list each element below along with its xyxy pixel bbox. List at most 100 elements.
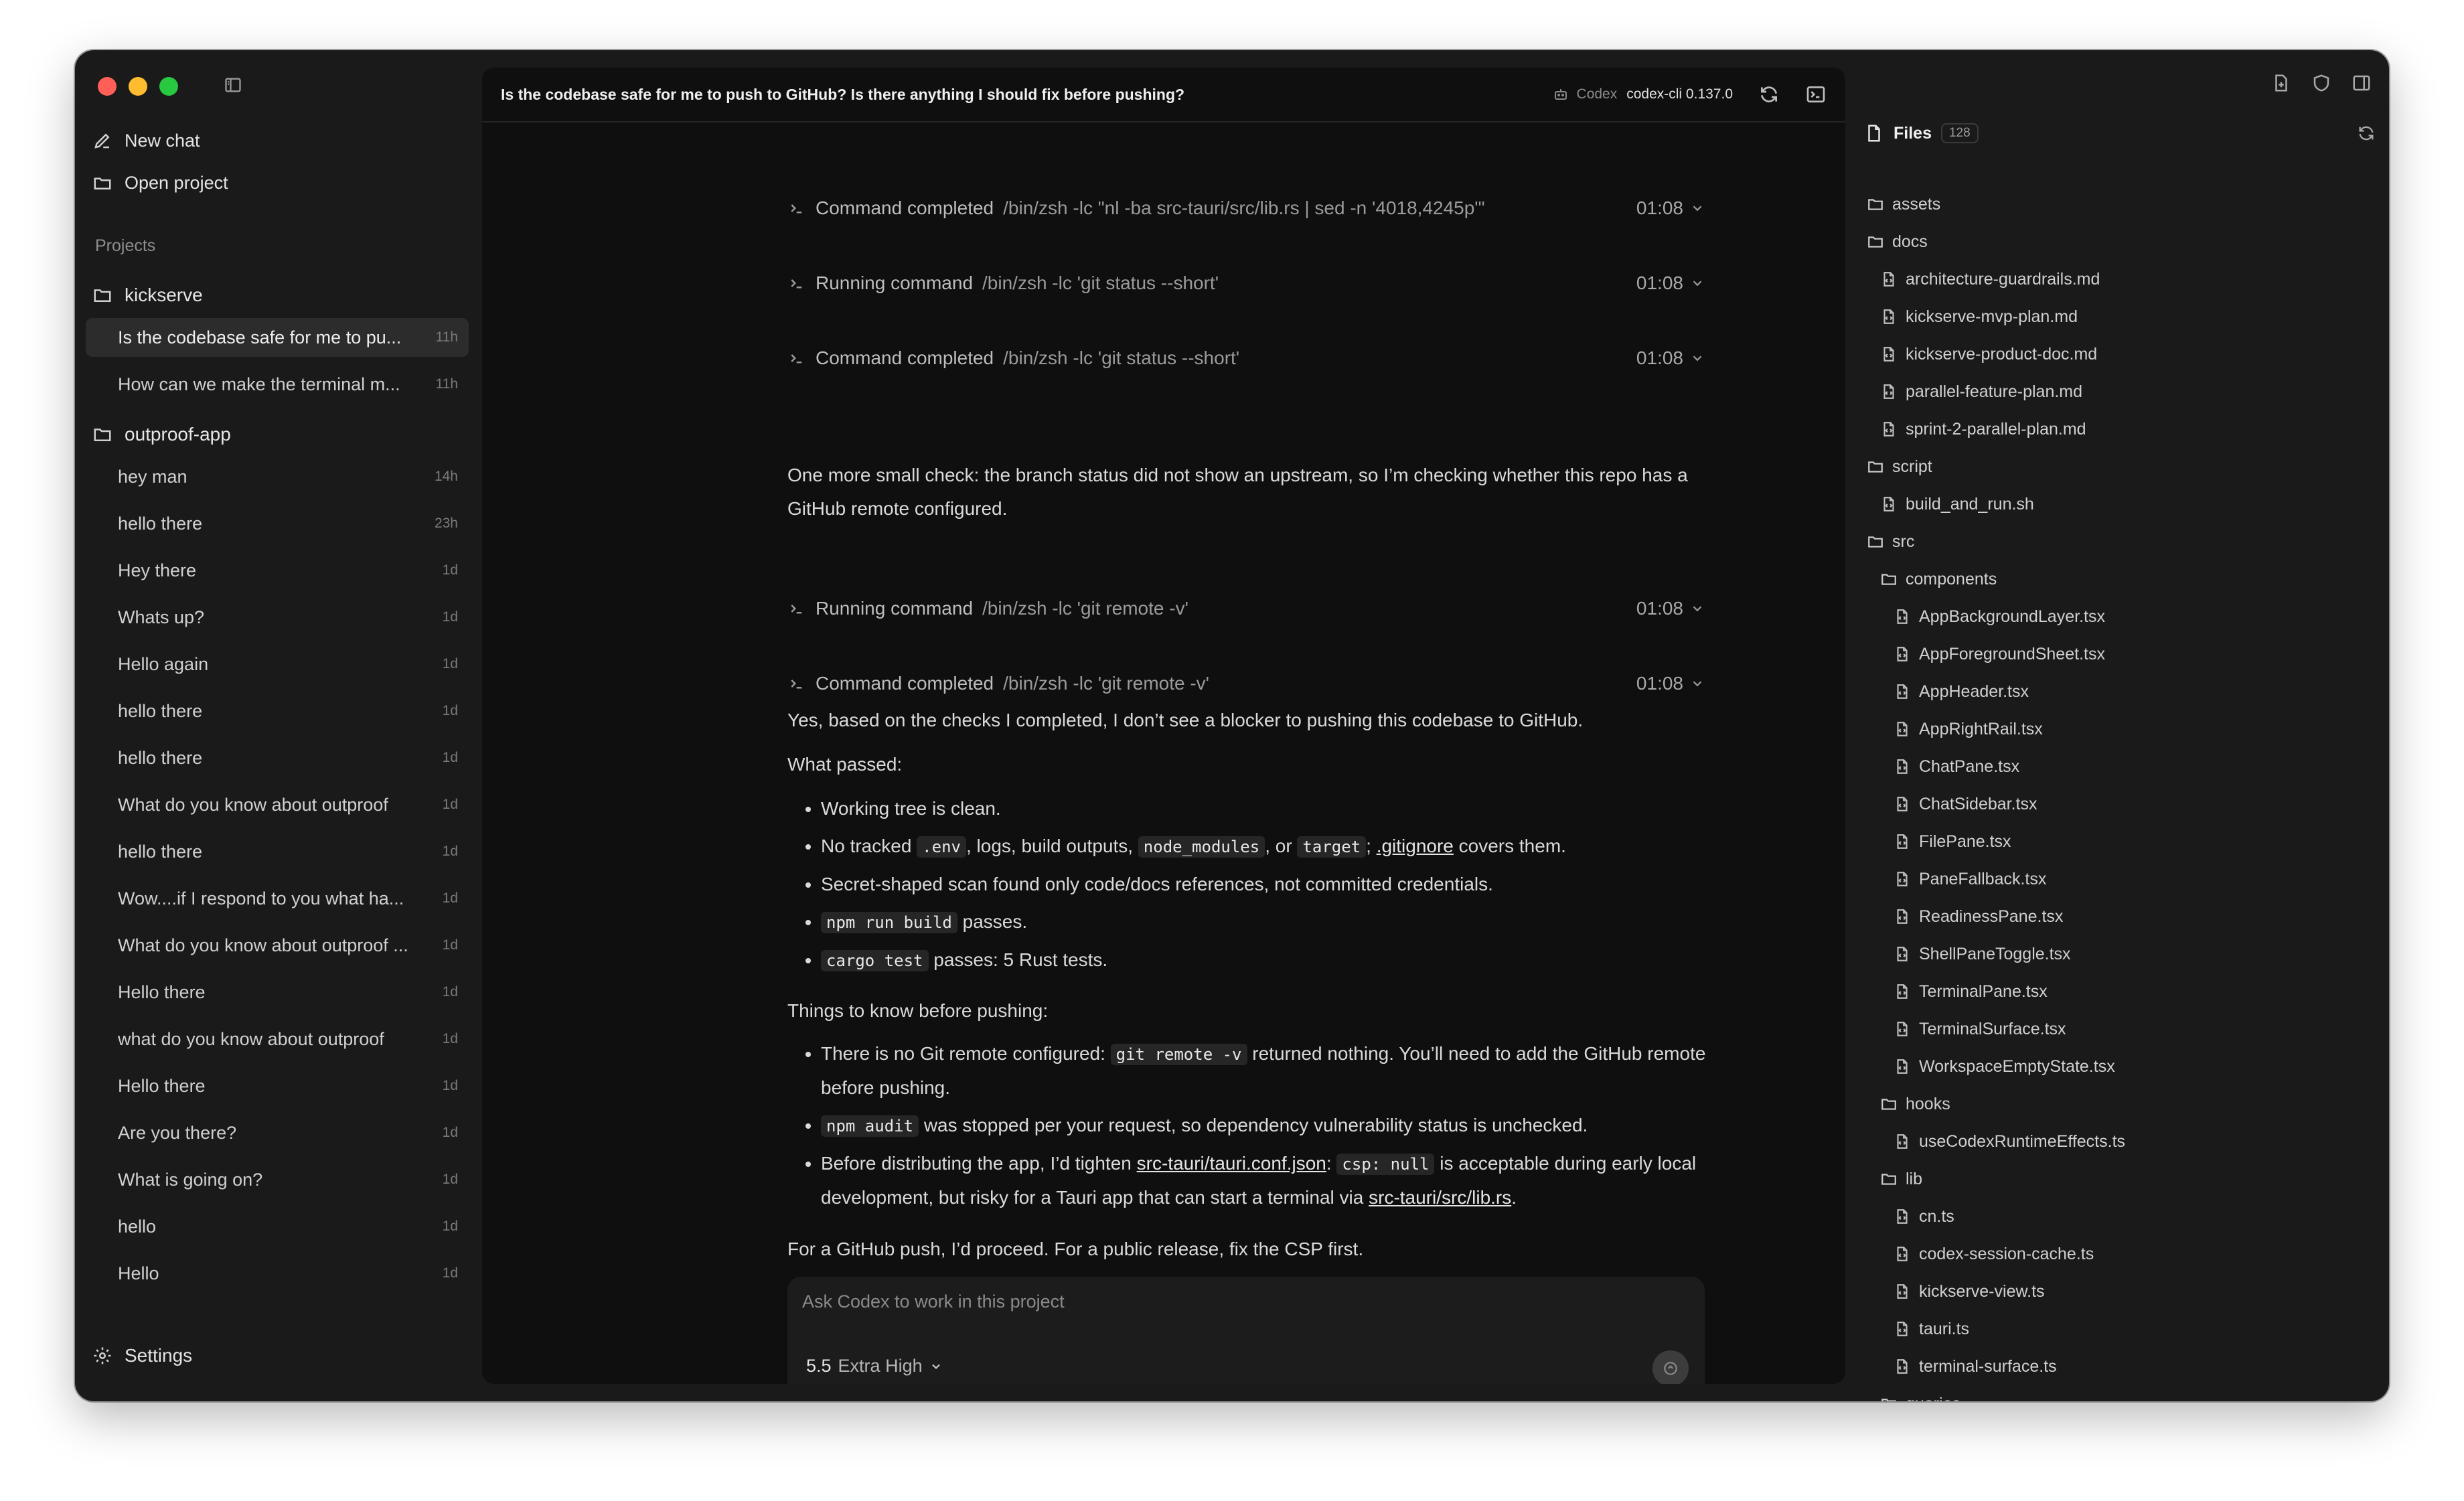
settings-button[interactable]: Settings (92, 1336, 192, 1376)
tree-file[interactable]: architecture-guardrails.md (1880, 260, 2100, 298)
close-window-button[interactable] (98, 77, 117, 96)
chat-title: hey man (118, 466, 187, 487)
tree-file[interactable]: kickserve-product-doc.md (1880, 335, 2097, 373)
inline-code: target (1297, 836, 1367, 858)
refresh-icon[interactable] (2357, 124, 2376, 143)
tree-folder[interactable]: lib (1880, 1160, 1922, 1198)
code-file-icon (1897, 609, 1908, 624)
command-row[interactable]: Command completed/bin/zsh -lc "nl -ba sr… (787, 188, 1705, 228)
chat-item[interactable]: Is the codebase safe for me to pu... 11h (86, 318, 469, 357)
tree-item-label: src (1892, 532, 1915, 551)
chat-item[interactable]: What do you know about outproof 1d (86, 785, 469, 824)
terminal-icon[interactable] (1805, 84, 1827, 105)
tree-file[interactable]: codex-session-cache.ts (1894, 1235, 2094, 1273)
minimize-window-button[interactable] (129, 77, 147, 96)
chat-title: What do you know about outproof (118, 794, 388, 815)
project-outproof-app[interactable]: outproof-app (92, 414, 467, 455)
tauri-conf-link[interactable]: src-tauri/tauri.conf.json (1137, 1153, 1326, 1174)
tree-folder[interactable]: hooks (1880, 1085, 1950, 1123)
tree-file[interactable]: AppHeader.tsx (1894, 673, 2029, 710)
tree-file[interactable]: TerminalSurface.tsx (1894, 1010, 2066, 1048)
chat-item[interactable]: what do you know about outproof 1d (86, 1020, 469, 1058)
tree-file[interactable]: ShellPaneToggle.tsx (1894, 935, 2071, 973)
command-text: /bin/zsh -lc "nl -ba src-tauri/src/lib.r… (1003, 198, 1485, 218)
chat-item[interactable]: hello there 23h (86, 504, 469, 543)
tree-file[interactable]: AppRightRail.tsx (1894, 710, 2043, 748)
command-row[interactable]: Command completed/bin/zsh -lc 'git remot… (787, 663, 1705, 704)
folder-icon (1881, 1174, 1896, 1185)
chat-item[interactable]: Hello again 1d (86, 645, 469, 684)
shield-icon[interactable] (2311, 73, 2331, 93)
send-button[interactable] (1652, 1350, 1689, 1384)
panel-toggle-icon[interactable] (2352, 73, 2372, 93)
tree-item-label: architecture-guardrails.md (1906, 269, 2100, 289)
chat-item[interactable]: Are you there? 1d (86, 1113, 469, 1152)
tree-file[interactable]: ChatPane.tsx (1894, 748, 2019, 785)
tree-file[interactable]: kickserve-mvp-plan.md (1880, 298, 2078, 335)
model-selector[interactable]: 5.5 Extra High (806, 1356, 943, 1376)
chat-item[interactable]: Wow....if I respond to you what ha... 1d (86, 879, 469, 918)
command-text: /bin/zsh -lc 'git remote -v' (1003, 673, 1210, 694)
tree-folder[interactable]: queries (1880, 1385, 1960, 1401)
command-row[interactable]: Command completed/bin/zsh -lc 'git statu… (787, 338, 1705, 378)
command-row[interactable]: Running command/bin/zsh -lc 'git remote … (787, 588, 1705, 629)
tree-item-label: build_and_run.sh (1906, 494, 2034, 514)
tree-item-label: docs (1892, 232, 1928, 251)
sidebar-toggle-icon[interactable] (224, 76, 242, 94)
tree-file[interactable]: tauri.ts (1894, 1310, 1969, 1348)
tree-file[interactable]: cn.ts (1894, 1198, 1954, 1235)
tree-file[interactable]: WorkspaceEmptyState.tsx (1894, 1048, 2115, 1085)
new-chat-button[interactable]: New chat (92, 121, 467, 161)
chat-item[interactable]: Whats up? 1d (86, 598, 469, 637)
open-project-button[interactable]: Open project (92, 163, 467, 203)
chat-item[interactable]: Hello there 1d (86, 1066, 469, 1105)
tree-folder[interactable]: docs (1867, 223, 1928, 260)
gitignore-link[interactable]: .gitignore (1377, 836, 1454, 856)
inline-code: csp: null (1336, 1154, 1435, 1175)
tree-file[interactable]: PaneFallback.tsx (1894, 860, 2046, 898)
chat-title: Are you there? (118, 1122, 237, 1143)
chat-item[interactable]: What is going on? 1d (86, 1160, 469, 1199)
command-row[interactable]: Running command/bin/zsh -lc 'git status … (787, 263, 1705, 303)
tree-file[interactable]: ReadinessPane.tsx (1894, 898, 2063, 935)
codex-label: Codex (1576, 86, 1618, 102)
folder-icon (94, 428, 111, 441)
chat-item[interactable]: Hello 1d (86, 1254, 469, 1293)
chat-item[interactable]: hello there 1d (86, 692, 469, 730)
tree-file[interactable]: useCodexRuntimeEffects.ts (1894, 1123, 2125, 1160)
chat-item[interactable]: What do you know about outproof ... 1d (86, 926, 469, 965)
tree-file[interactable]: AppBackgroundLayer.tsx (1894, 598, 2105, 635)
tree-file[interactable]: FilePane.tsx (1894, 823, 2011, 860)
project-kickserve[interactable]: kickserve (92, 275, 467, 315)
tree-file[interactable]: AppForegroundSheet.tsx (1894, 635, 2105, 673)
tree-file[interactable]: sprint-2-parallel-plan.md (1880, 410, 2086, 448)
code-file-icon (1897, 984, 1908, 999)
tree-folder[interactable]: src (1867, 523, 1914, 560)
zoom-window-button[interactable] (159, 77, 178, 96)
chat-item[interactable]: How can we make the terminal m... 11h (86, 365, 469, 404)
lib-rs-link[interactable]: src-tauri/src/lib.rs (1369, 1187, 1511, 1208)
robot-icon (1554, 89, 1567, 100)
code-file-icon (1897, 1322, 1908, 1336)
tree-item-label: AppForegroundSheet.tsx (1919, 644, 2105, 663)
tree-file[interactable]: build_and_run.sh (1880, 485, 2034, 523)
chat-item[interactable]: hello there 1d (86, 738, 469, 777)
tree-file[interactable]: parallel-feature-plan.md (1880, 373, 2082, 410)
tree-file[interactable]: ChatSidebar.tsx (1894, 785, 2037, 823)
chat-title: Hey there (118, 560, 197, 580)
tree-file[interactable]: TerminalPane.tsx (1894, 973, 2048, 1010)
chat-item[interactable]: hello there 1d (86, 832, 469, 871)
new-file-icon[interactable] (2271, 73, 2291, 93)
tree-folder[interactable]: components (1880, 560, 1997, 598)
chat-item[interactable]: hey man 14h (86, 457, 469, 496)
chat-item[interactable]: hello 1d (86, 1207, 469, 1246)
tree-folder[interactable]: script (1867, 448, 1932, 485)
prompt-input[interactable]: Ask Codex to work in this project (802, 1291, 1065, 1312)
chat-item[interactable]: Hello there 1d (86, 973, 469, 1012)
tree-file[interactable]: terminal-surface.ts (1894, 1348, 2057, 1385)
inline-code: npm run build (821, 912, 957, 933)
tree-file[interactable]: kickserve-view.ts (1894, 1273, 2045, 1310)
tree-folder[interactable]: assets (1867, 185, 1940, 223)
refresh-icon[interactable] (1758, 84, 1780, 105)
chat-item[interactable]: Hey there 1d (86, 551, 469, 590)
